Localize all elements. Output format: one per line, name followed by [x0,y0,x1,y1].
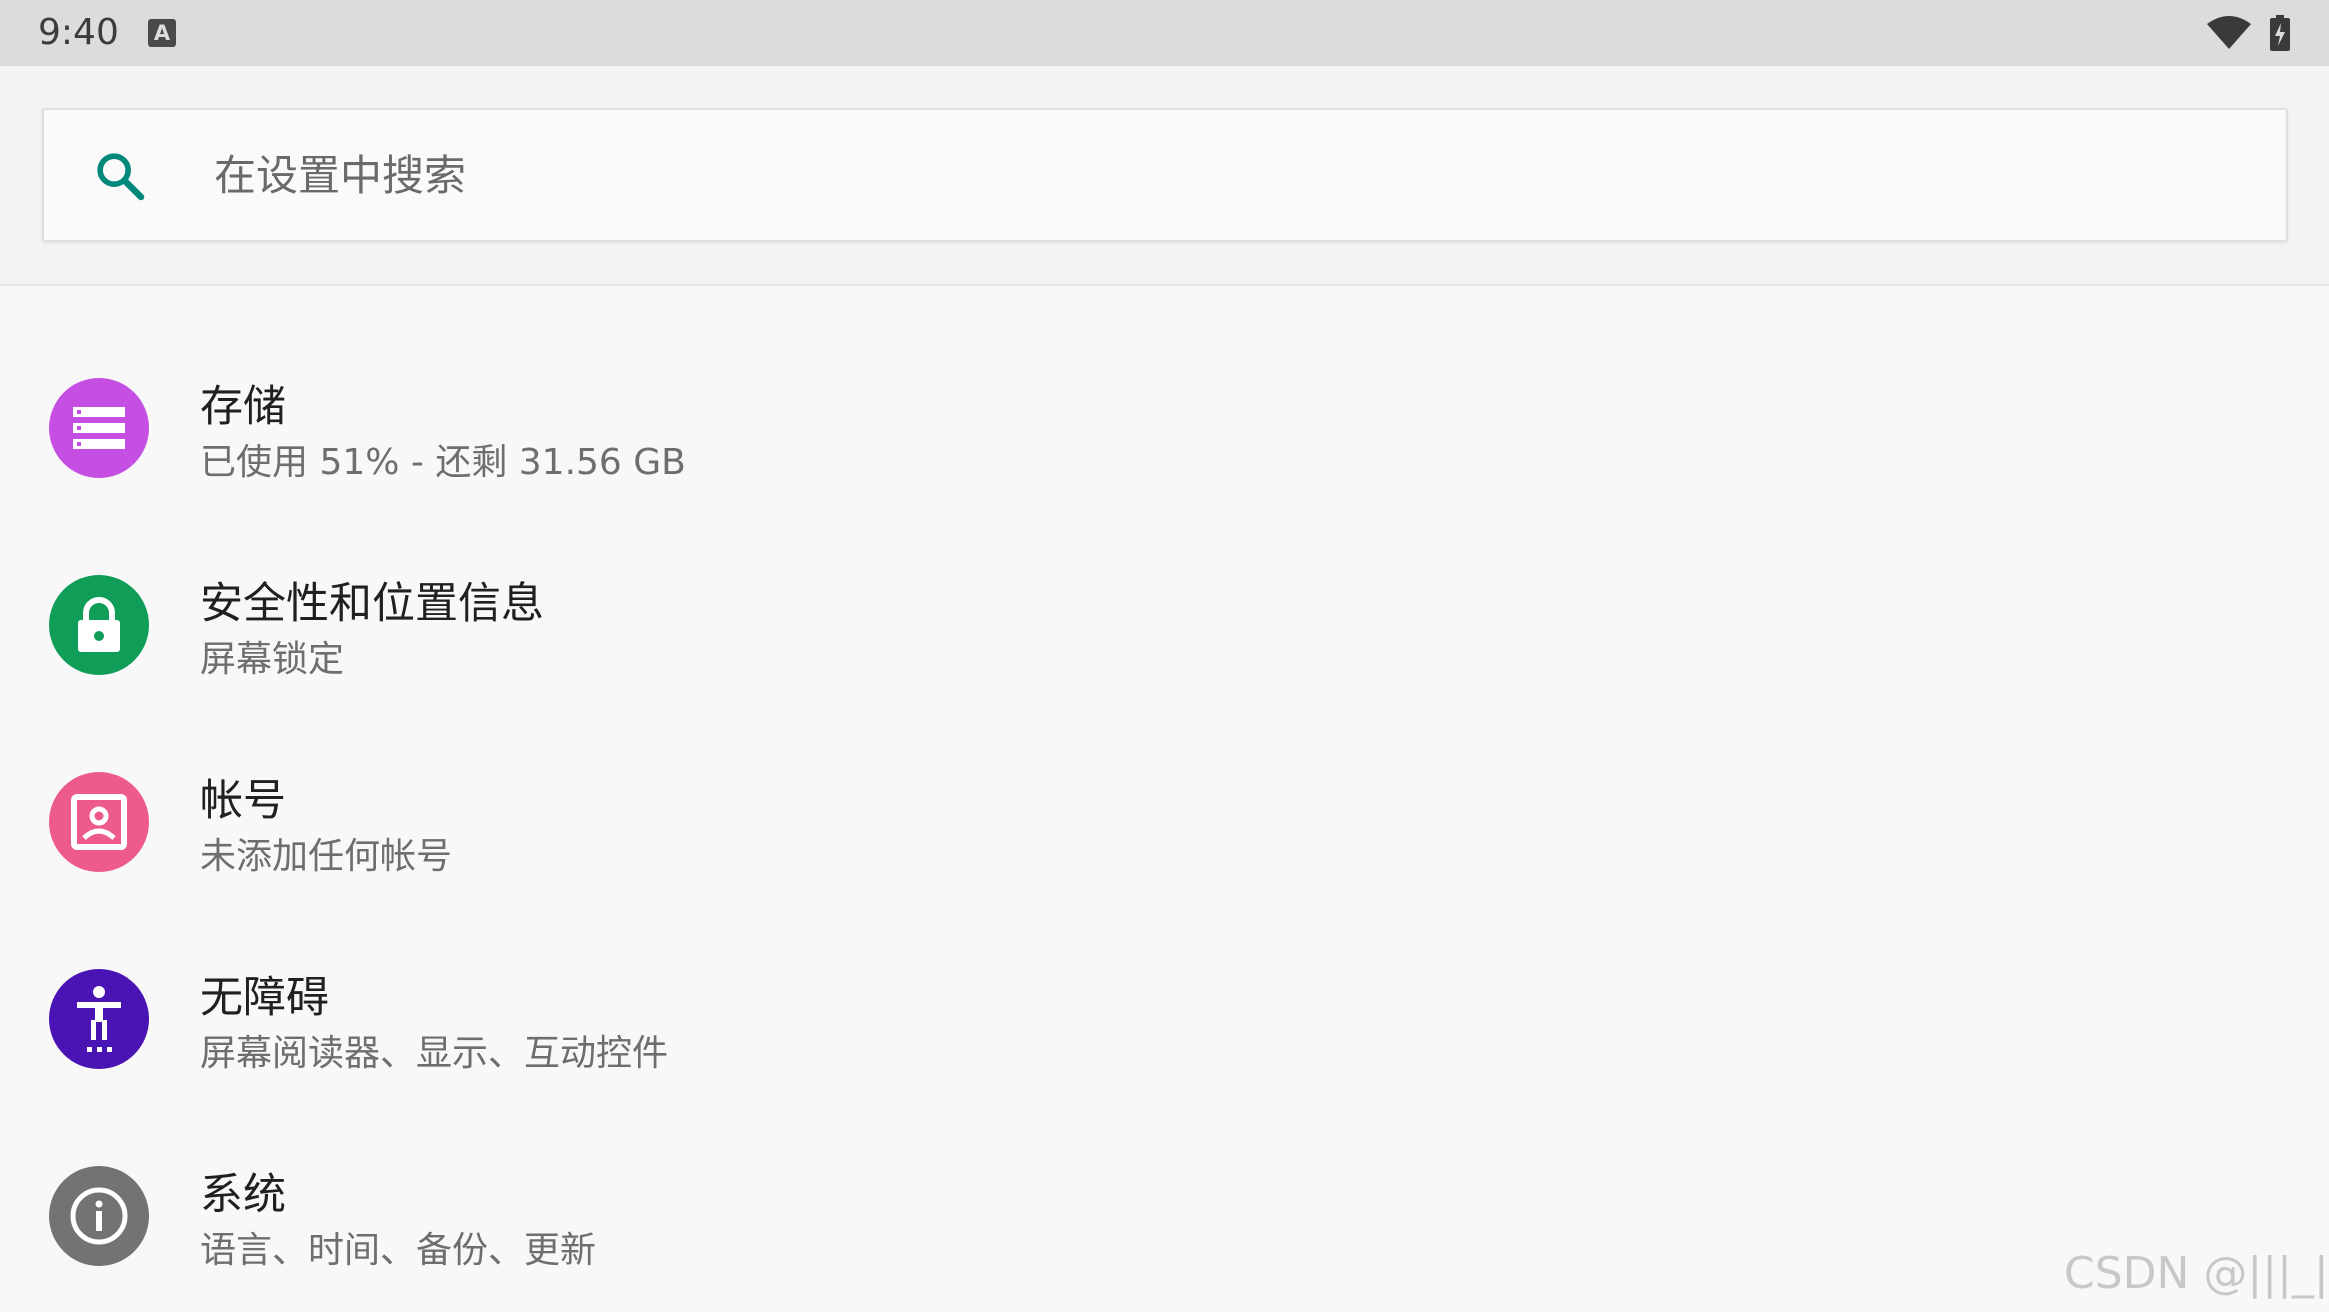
battery-charging-icon [2270,15,2290,55]
item-subtitle: 已使用 51% - 还剩 31.56 GB [200,442,686,483]
storage-icon [49,378,149,478]
item-title: 存储 [200,382,286,432]
notification-a-icon: A [148,19,176,47]
search-bar[interactable] [42,108,2288,242]
lock-icon [49,575,149,675]
accessibility-icon [49,969,149,1069]
settings-item-security[interactable]: 安全性和位置信息 屏幕锁定 [0,527,2329,723]
item-subtitle: 屏幕阅读器、显示、互动控件 [200,1033,669,1074]
settings-item-system[interactable]: 系统 语言、时间、备份、更新 [0,1118,2329,1312]
status-bar: 9:40 A [0,0,2329,66]
item-subtitle: 屏幕锁定 [200,639,345,680]
settings-item-storage[interactable]: 存储 已使用 51% - 还剩 31.56 GB [0,330,2329,526]
search-area [0,66,2329,286]
wifi-icon [2206,16,2252,54]
watermark: CSDN @|||_||| [2064,1248,2329,1299]
search-icon[interactable] [92,148,148,208]
item-title: 无障碍 [200,973,329,1023]
item-title: 系统 [200,1170,286,1220]
account-icon [49,772,149,872]
item-title: 安全性和位置信息 [200,579,544,629]
item-subtitle: 未添加任何帐号 [200,836,453,877]
settings-item-accounts[interactable]: 帐号 未添加任何帐号 [0,724,2329,920]
info-icon [49,1166,149,1266]
settings-item-accessibility[interactable]: 无障碍 屏幕阅读器、显示、互动控件 [0,921,2329,1117]
search-input[interactable] [214,140,2114,210]
status-time: 9:40 [38,12,119,53]
item-title: 帐号 [200,776,286,826]
item-subtitle: 语言、时间、备份、更新 [200,1230,597,1271]
